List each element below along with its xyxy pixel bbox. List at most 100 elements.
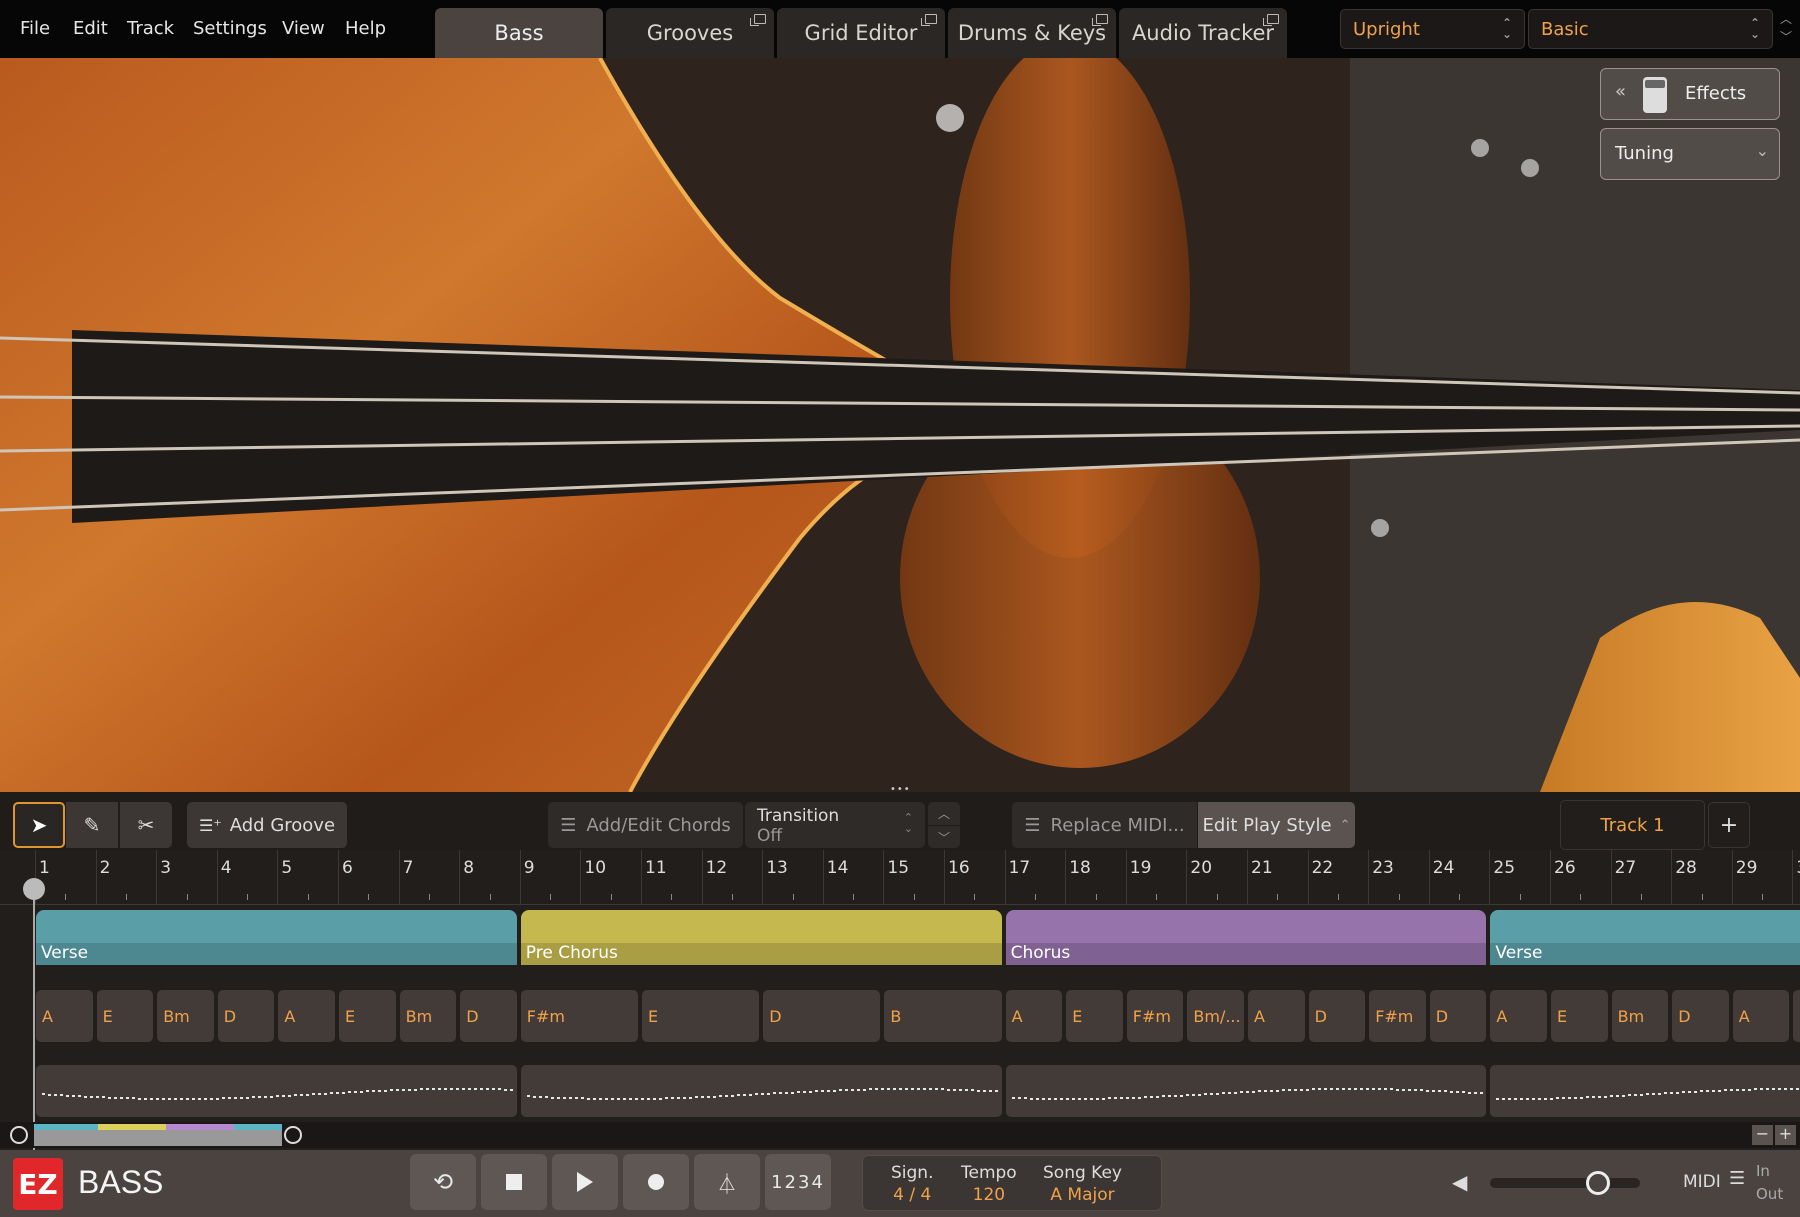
menu-file[interactable]: File [20, 18, 50, 39]
zoom-in-button[interactable]: + [1775, 1125, 1796, 1145]
section-block[interactable]: Verse [1490, 910, 1800, 965]
popout-icon[interactable] [921, 14, 937, 26]
chord-block[interactable]: A [1732, 990, 1790, 1042]
loop-button[interactable]: ⟲ [410, 1154, 476, 1210]
chord-block[interactable]: Bm [157, 990, 214, 1042]
chord-block[interactable]: E [642, 990, 760, 1042]
menu-edit[interactable]: Edit [73, 18, 108, 39]
chord-block[interactable]: A [1490, 990, 1547, 1042]
effects-button[interactable]: « Effects [1600, 68, 1780, 120]
volume-slider[interactable] [1490, 1171, 1640, 1195]
logo-product-name: BASS [78, 1164, 164, 1200]
bar-line [944, 850, 945, 905]
section-block[interactable]: Verse [36, 910, 517, 965]
replace-midi-button[interactable]: ☰ Replace MIDI... [1012, 802, 1197, 848]
preset-next-icon[interactable]: ﹀ [1775, 28, 1797, 46]
edit-play-style-button[interactable]: Edit Play Style ⌃ [1198, 802, 1355, 848]
popout-icon[interactable] [750, 14, 766, 26]
tab-grid-editor[interactable]: Grid Editor [777, 8, 945, 58]
preset-step-buttons[interactable]: ︿ ﹀ [1775, 10, 1797, 48]
resize-handle[interactable]: ••• [890, 784, 911, 792]
tab-drums-keys[interactable]: Drums & Keys [948, 8, 1116, 58]
midi-menu-icon[interactable]: ☰ [1729, 1168, 1745, 1189]
record-button[interactable] [623, 1154, 689, 1210]
bar-line [1731, 850, 1733, 905]
count-in-button[interactable]: 1234 [765, 1154, 831, 1210]
menu-help[interactable]: Help [345, 18, 386, 39]
count-in-label: 1234 [771, 1171, 825, 1193]
chord-block[interactable]: A [36, 990, 93, 1042]
draw-tool-button[interactable]: ✎ [66, 802, 118, 848]
popout-icon[interactable] [1092, 14, 1108, 26]
midi-groove-block[interactable] [1490, 1065, 1800, 1117]
bar-number: 3 [160, 858, 172, 878]
transition-down-button[interactable]: ﹀ [928, 826, 960, 848]
add-edit-chords-button[interactable]: ☰ Add/Edit Chords [548, 802, 743, 848]
tuning-dropdown[interactable]: Tuning ⌄ [1600, 128, 1780, 180]
chord-block[interactable]: A [1005, 990, 1063, 1042]
track-name[interactable]: Track 1 [1560, 800, 1705, 850]
popout-icon[interactable] [1263, 14, 1279, 26]
menu-settings[interactable]: Settings [193, 18, 267, 39]
chord-block[interactable]: E [1793, 990, 1800, 1042]
playhead-handle[interactable] [23, 878, 45, 900]
preset-select[interactable]: Basic ⌃ ⌄ [1528, 9, 1773, 49]
chord-block[interactable]: B [884, 990, 1002, 1042]
chord-block[interactable]: E [1066, 990, 1123, 1042]
bar-number: 20 [1190, 858, 1213, 878]
tab-bass[interactable]: Bass [435, 8, 603, 58]
add-groove-button[interactable]: ☰⁺ Add Groove [187, 802, 347, 848]
chord-block[interactable]: E [339, 990, 396, 1042]
bar-ruler[interactable]: 1 2 3 4 5 6 7 8 9 10 11 12 13 14 15 16 17 18 19 20 21 22 23 24 2… [0, 850, 1800, 905]
chord-block[interactable]: Bm/... [1187, 990, 1244, 1042]
chord-block[interactable]: D [1429, 990, 1487, 1042]
add-track-button[interactable]: + [1708, 802, 1750, 848]
midi-groove-block[interactable] [36, 1065, 517, 1117]
chord-block[interactable]: F#m [1126, 990, 1184, 1042]
instrument-select[interactable]: Upright ⌃ ⌄ [1340, 9, 1525, 49]
bar-number: 7 [402, 858, 414, 878]
signature-field[interactable]: Sign. 4 / 4 [891, 1162, 933, 1206]
chord-block[interactable]: D [1308, 990, 1366, 1042]
chord-block[interactable]: E [1551, 990, 1608, 1042]
bar-line [156, 850, 158, 905]
chord-block[interactable]: Bm [1611, 990, 1669, 1042]
section-block[interactable]: Pre Chorus [520, 910, 1002, 965]
menu-track[interactable]: Track [127, 18, 174, 39]
chord-block[interactable]: E [96, 990, 154, 1042]
song-key-field[interactable]: Song Key A Major [1043, 1162, 1122, 1206]
select-tool-button[interactable]: ➤ [13, 802, 65, 848]
tempo-field[interactable]: Tempo 120 [961, 1162, 1017, 1206]
chord-block[interactable]: D [1672, 990, 1729, 1042]
tab-grooves[interactable]: Grooves [606, 8, 774, 58]
chord-block[interactable]: D [763, 990, 881, 1042]
chord-block[interactable]: F#m [520, 990, 638, 1042]
chord-block[interactable]: D [217, 990, 275, 1042]
midi-notes [1011, 1088, 1483, 1100]
zoom-out-button[interactable]: − [1752, 1125, 1773, 1145]
transition-select[interactable]: Transition Off ⌃ ⌄ [745, 802, 925, 848]
overview-thumb[interactable] [34, 1124, 282, 1146]
chord-block[interactable]: A [1248, 990, 1305, 1042]
chord-block[interactable]: A [278, 990, 335, 1042]
split-tool-button[interactable]: ✂ [120, 802, 172, 848]
tab-audio-tracker[interactable]: Audio Tracker [1119, 8, 1287, 58]
zoom-handle-right[interactable] [284, 1126, 302, 1144]
midi-groove-block[interactable] [520, 1065, 1002, 1117]
stop-button[interactable] [481, 1154, 547, 1210]
zoom-handle-left[interactable] [10, 1126, 28, 1144]
chord-block[interactable]: D [460, 990, 517, 1042]
menu-view[interactable]: View [282, 18, 325, 39]
metronome-button[interactable]: ⏃ [694, 1154, 760, 1210]
transition-up-button[interactable]: ︿ [928, 802, 960, 825]
play-button[interactable] [552, 1154, 618, 1210]
preset-prev-icon[interactable]: ︿ [1775, 10, 1797, 28]
section-block[interactable]: Chorus [1005, 910, 1487, 965]
chord-block[interactable]: F#m [1369, 990, 1426, 1042]
midi-groove-block[interactable] [1005, 1065, 1487, 1117]
overview-scrollbar[interactable]: − + [0, 1122, 1800, 1148]
chord-block[interactable]: Bm [399, 990, 457, 1042]
bar-line [398, 850, 400, 905]
volume-knob[interactable] [1586, 1171, 1610, 1195]
editor-toolbar: ➤ ✎ ✂ ☰⁺ Add Groove ☰ Add/Edit Chords Tr… [0, 792, 1800, 850]
